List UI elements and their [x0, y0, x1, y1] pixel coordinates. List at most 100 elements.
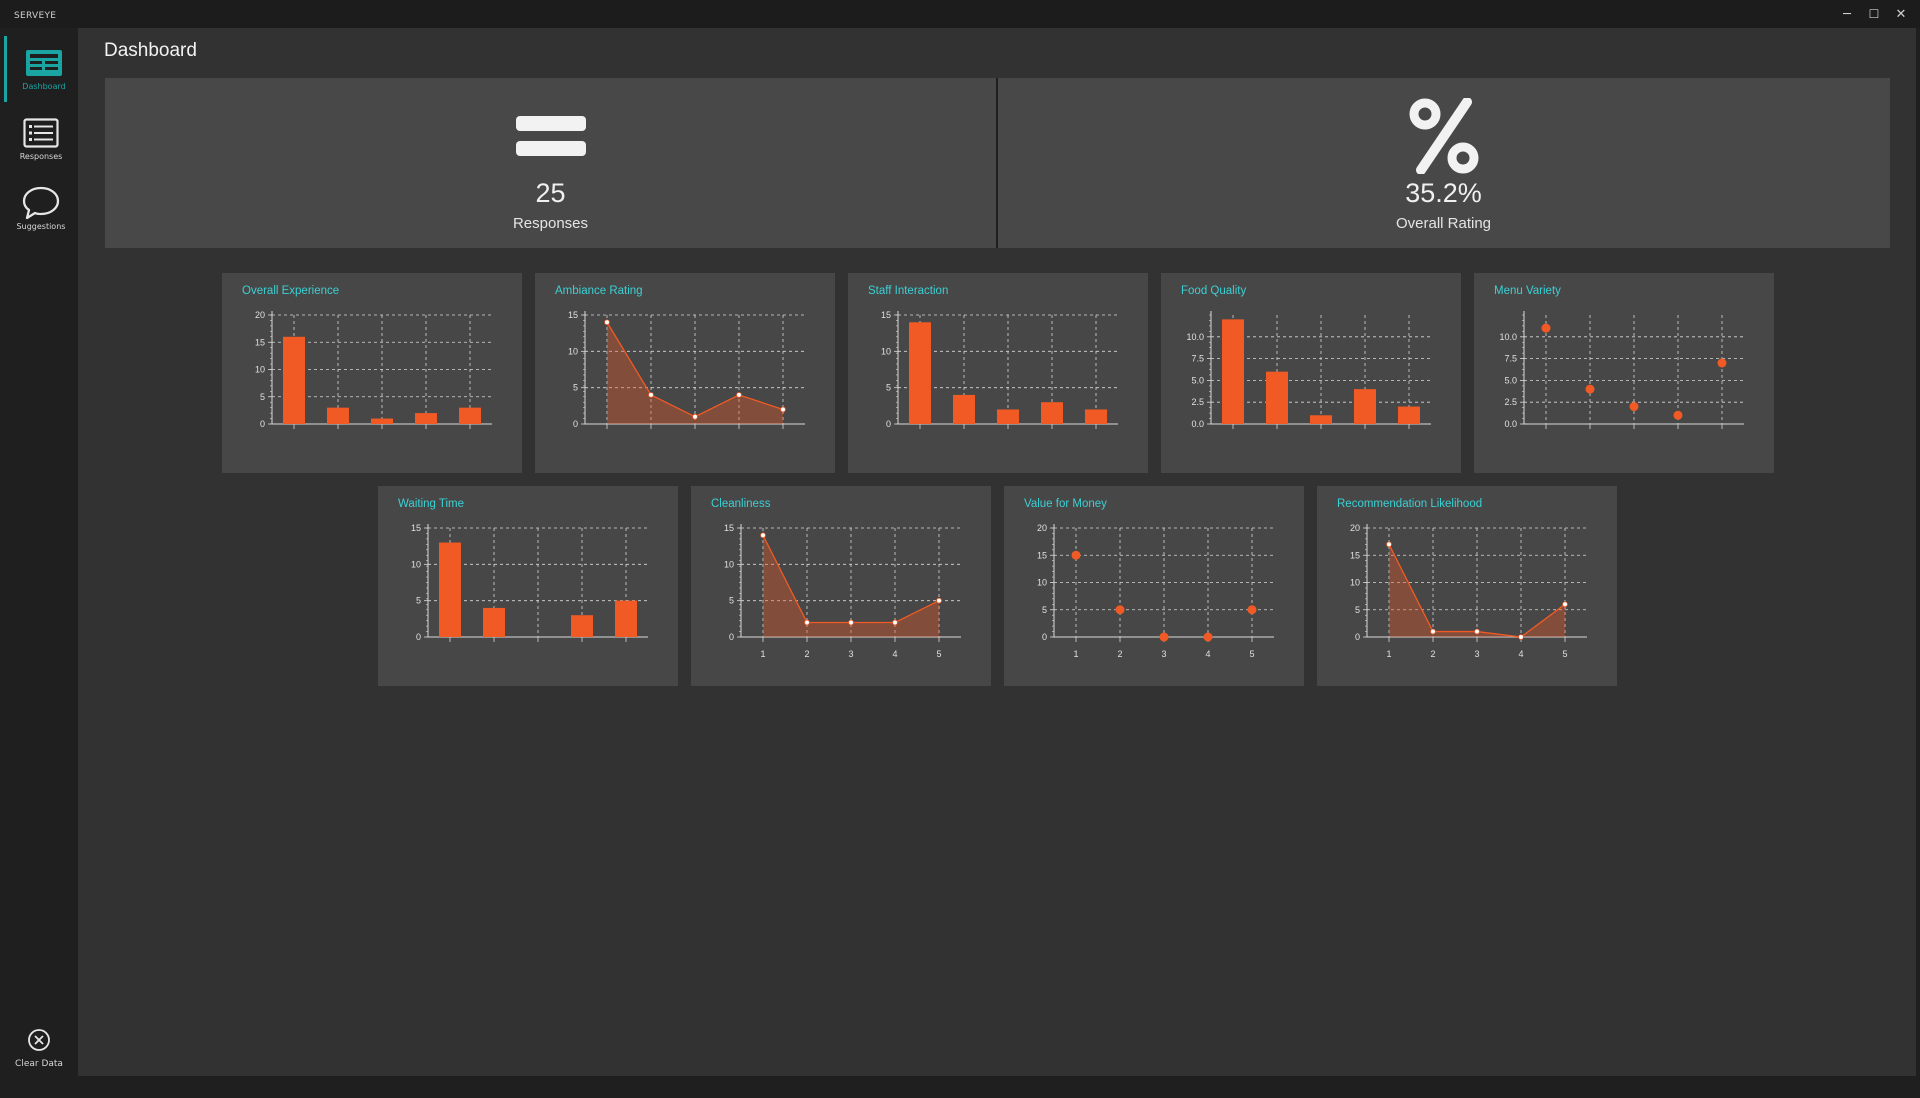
rating-label: Overall Rating — [1395, 215, 1492, 232]
x-tick-label: 2 — [804, 649, 809, 659]
y-tick-label: 7.5 — [1191, 354, 1204, 364]
y-tick-label: 0 — [416, 632, 421, 642]
chart-staff-interaction: 0 5 10 15 — [881, 310, 1118, 429]
responses-count: 25 — [535, 178, 566, 208]
data-point — [1629, 402, 1639, 412]
y-tick-label: 5 — [729, 596, 734, 606]
y-tick-label: 0 — [260, 419, 265, 429]
y-tick-label: 7.5 — [1504, 354, 1517, 364]
y-tick-label: 5 — [886, 383, 891, 393]
y-tick-label: 0 — [573, 419, 578, 429]
chart-recommendation-likelihood: 0 5 10 15 20 1 2 3 4 5 — [1350, 523, 1587, 659]
page-title: Dashboard — [104, 40, 197, 61]
chart-cleanliness: 0 5 10 15 1 2 3 4 5 — [724, 523, 961, 659]
y-tick-label: 15 — [255, 337, 265, 347]
y-tick-label: 5 — [260, 392, 265, 402]
data-point — [936, 597, 942, 604]
sidebar: Dashboard Responses Suggestions Clear Da… — [0, 28, 78, 1080]
sidebar-item-label: Responses — [19, 152, 63, 161]
bar — [1354, 389, 1376, 424]
data-point — [1203, 632, 1213, 642]
data-point — [1673, 410, 1683, 420]
x-tick-label: 5 — [1562, 649, 1567, 659]
y-tick-label: 20 — [1037, 523, 1047, 533]
chat-bubble-icon — [21, 186, 61, 220]
x-tick-label: 2 — [1117, 649, 1122, 659]
chart-card-food-quality: Food Quality 0.0 2.5 5.0 7.5 10.0 — [1161, 273, 1461, 473]
sidebar-item-responses[interactable]: Responses — [4, 106, 78, 172]
y-tick-label: 10.0 — [1499, 332, 1517, 342]
chart-card-waiting-time: Waiting Time 0 5 10 15 — [378, 486, 678, 686]
x-tick-label: 2 — [1430, 649, 1435, 659]
data-point — [760, 532, 766, 539]
stats-panel: 25 Responses 35.2% Overall Rating — [105, 78, 1890, 248]
chart-card-ambiance-rating: Ambiance Rating 0 5 10 15 — [535, 273, 835, 473]
sidebar-item-dashboard[interactable]: Dashboard — [4, 36, 81, 102]
close-circle-icon — [27, 1028, 51, 1056]
clear-data-button[interactable]: Clear Data — [0, 1028, 78, 1098]
y-tick-label: 0 — [1042, 632, 1047, 642]
y-tick-label: 15 — [1350, 550, 1360, 560]
main-content: Dashboard 25 Responses 35.2% Overall Rat… — [78, 28, 1916, 1076]
data-point — [1115, 605, 1125, 615]
y-tick-label: 0.0 — [1504, 419, 1517, 429]
chart-card-cleanliness: Cleanliness 0 5 10 15 1 2 3 4 5 — [691, 486, 991, 686]
bar — [615, 600, 637, 637]
bar — [909, 322, 931, 424]
bar — [997, 409, 1019, 424]
y-tick-label: 15 — [724, 523, 734, 533]
minimize-button[interactable]: ─ — [1834, 4, 1860, 24]
y-tick-label: 10 — [1350, 578, 1360, 588]
bar — [1398, 406, 1420, 424]
clear-data-label: Clear Data — [15, 1059, 63, 1069]
data-point — [648, 392, 654, 398]
x-tick-label: 5 — [936, 649, 941, 659]
dashboard-icon — [24, 46, 64, 80]
y-tick-label: 5.0 — [1504, 375, 1517, 385]
area-fill — [607, 322, 783, 424]
x-tick-label: 4 — [892, 649, 897, 659]
x-tick-label: 1 — [1386, 649, 1391, 659]
y-tick-label: 10 — [1037, 578, 1047, 588]
equals-icon — [515, 94, 587, 178]
data-point — [1430, 628, 1436, 635]
maximize-button[interactable]: ☐ — [1861, 4, 1887, 24]
x-tick-label: 3 — [848, 649, 853, 659]
data-point — [1518, 634, 1524, 640]
bar — [1085, 409, 1107, 424]
y-tick-label: 5 — [573, 383, 578, 393]
data-point — [1159, 632, 1169, 642]
chart-card-staff-interaction: Staff Interaction 0 5 10 15 — [848, 273, 1148, 473]
sidebar-item-label: Suggestions — [16, 222, 66, 231]
y-tick-label: 10 — [255, 365, 265, 375]
x-tick-label: 1 — [1073, 649, 1078, 659]
y-tick-label: 5 — [1042, 605, 1047, 615]
y-tick-label: 10 — [568, 346, 578, 356]
y-tick-label: 2.5 — [1191, 397, 1204, 407]
y-tick-label: 20 — [255, 310, 265, 320]
y-tick-label: 0 — [1355, 632, 1360, 642]
y-tick-label: 0 — [886, 419, 891, 429]
chart-ambiance-rating: 0 5 10 15 — [568, 310, 805, 429]
sidebar-item-suggestions[interactable]: Suggestions — [4, 176, 78, 242]
y-tick-label: 0.0 — [1191, 419, 1204, 429]
bar — [371, 418, 393, 424]
data-point — [1474, 628, 1480, 635]
chart-card-overall-experience: Overall Experience 0 5 10 15 20 — [222, 273, 522, 473]
y-tick-label: 10.0 — [1186, 332, 1204, 342]
app-title: SERVEYE — [14, 11, 57, 21]
y-tick-label: 10 — [411, 559, 421, 569]
bar — [415, 413, 437, 424]
chart-card-recommendation-likelihood: Recommendation Likelihood 0 5 10 15 20 1 2 3 4 5 — [1317, 486, 1617, 686]
bar — [439, 542, 461, 637]
bar — [459, 407, 481, 424]
x-tick-label: 3 — [1474, 649, 1479, 659]
percent-icon — [1409, 94, 1479, 178]
data-point — [1386, 541, 1392, 548]
responses-stat: 25 Responses — [105, 78, 996, 248]
bar — [283, 336, 305, 424]
x-tick-label: 5 — [1249, 649, 1254, 659]
data-point — [780, 406, 786, 413]
close-button[interactable]: ✕ — [1888, 4, 1914, 24]
y-tick-label: 10 — [881, 346, 891, 356]
